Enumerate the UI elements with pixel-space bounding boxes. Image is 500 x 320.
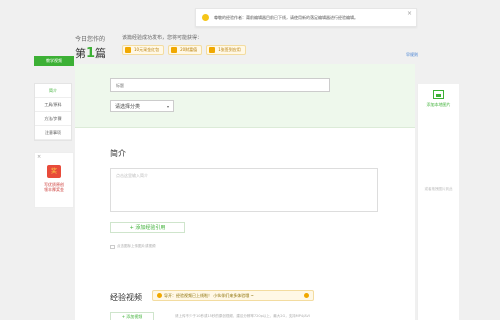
add-video-button[interactable]: + 添加视频 bbox=[110, 312, 154, 320]
info-icon bbox=[157, 293, 162, 298]
card-icon bbox=[209, 47, 216, 53]
close-icon[interactable]: × bbox=[37, 154, 41, 160]
upload-note: 点击图标上传图片或视频 bbox=[110, 244, 156, 249]
lightbulb-icon bbox=[202, 14, 209, 21]
reward-chip: 20财富值 bbox=[168, 45, 203, 55]
today-label: 今日您作的 bbox=[75, 36, 106, 43]
image-icon[interactable] bbox=[110, 244, 115, 249]
add-reference-button[interactable]: + 添加经验引用 bbox=[110, 222, 185, 233]
nav-item-steps[interactable]: 方法/步骤 bbox=[35, 112, 71, 126]
reward-chip: 1张签到应用 bbox=[206, 45, 246, 55]
close-icon[interactable] bbox=[304, 293, 309, 298]
title-section: 请选择分类 ▾ bbox=[75, 64, 415, 128]
notice-text: 尊敬的经验作者：莆前编辑器目前已下线，请使用新的落足编辑器进行经验编辑。 bbox=[214, 14, 358, 20]
video-tip-text: 导开：经验视频已上线啦！ 小伙伴们来多体验哦 ~ bbox=[164, 292, 254, 298]
image-upload-icon[interactable] bbox=[433, 90, 444, 99]
red-packet-icon bbox=[125, 47, 131, 53]
image-panel: 添加本地图片 或者拖拽图片到此 bbox=[417, 84, 459, 320]
nav-item-notes[interactable]: 注意事项 bbox=[35, 126, 71, 140]
today-prefix: 第 bbox=[75, 47, 86, 60]
tutorial-video-button[interactable]: 教学视频 bbox=[34, 56, 74, 66]
promo-card[interactable]: × 奖 写优质原创 领丰厚奖金 bbox=[34, 152, 74, 208]
reward-text: 20财富值 bbox=[180, 47, 198, 52]
drop-hint: 或者拖拽图片到此 bbox=[424, 187, 453, 191]
reward-text: 10元采金红包 bbox=[134, 47, 160, 52]
section-nav: 简介 工具/原料 方法/步骤 注意事项 bbox=[34, 83, 72, 141]
reward-chip: 10元采金红包 bbox=[122, 45, 165, 55]
gift-icon: 奖 bbox=[47, 165, 61, 178]
video-note: 请上传不少于10秒或15秒的原创视频，建议分辨率720p以上，最大2G，支持MP… bbox=[175, 314, 310, 318]
editor-main: 请选择分类 ▾ 简介 点击这里输入简介 + 添加经验引用 点击图标上传图片或视频… bbox=[75, 64, 415, 320]
close-icon[interactable]: × bbox=[407, 10, 412, 17]
title-input[interactable] bbox=[110, 78, 330, 92]
promo-line-2: 领丰厚奖金 bbox=[44, 187, 64, 192]
rewards-label: 该篇经验成功发布，您将可能获得： bbox=[122, 35, 203, 41]
notice-banner: 尊敬的经验作者：莆前编辑器目前已下线，请使用新的落足编辑器进行经验编辑。 × bbox=[195, 8, 417, 27]
nav-item-tools[interactable]: 工具/原料 bbox=[35, 98, 71, 112]
rewards: 该篇经验成功发布，您将可能获得： 10元采金红包 20财富值 1张签到应用 bbox=[122, 34, 250, 55]
video-heading: 经验视频 bbox=[110, 293, 142, 302]
intro-textarea[interactable]: 点击这里输入简介 bbox=[110, 168, 378, 212]
reward-text: 1张签到应用 bbox=[218, 47, 241, 52]
rules-link[interactable]: 早规则 bbox=[406, 52, 418, 58]
upload-note-text: 点击图标上传图片或视频 bbox=[117, 244, 156, 248]
chevron-down-icon: ▾ bbox=[166, 103, 169, 109]
coin-icon bbox=[171, 47, 178, 53]
add-image-link[interactable]: 添加本地图片 bbox=[418, 102, 459, 108]
today-count: 第1篇 bbox=[75, 45, 106, 61]
nav-item-intro[interactable]: 简介 bbox=[35, 84, 71, 98]
today-number: 1 bbox=[86, 46, 96, 61]
today-suffix: 篇 bbox=[95, 47, 107, 60]
intro-heading: 简介 bbox=[110, 149, 126, 158]
category-select[interactable]: 请选择分类 ▾ bbox=[110, 100, 174, 112]
today-counter: 今日您作的 第1篇 bbox=[75, 34, 106, 61]
video-tip: 导开：经验视频已上线啦！ 小伙伴们来多体验哦 ~ bbox=[152, 290, 314, 301]
category-value: 请选择分类 bbox=[115, 103, 141, 110]
